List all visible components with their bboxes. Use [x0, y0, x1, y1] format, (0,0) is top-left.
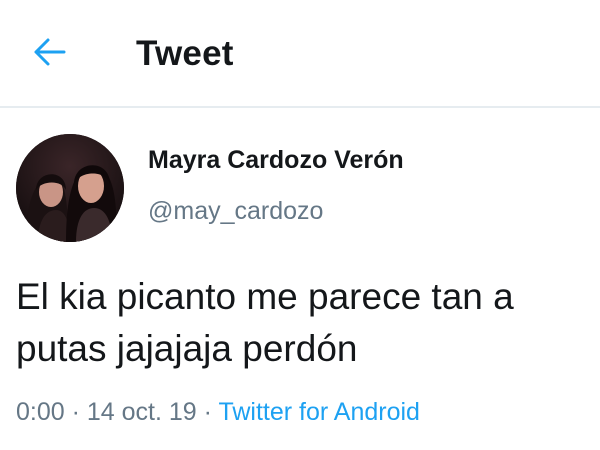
back-button[interactable]	[26, 32, 74, 76]
meta-separator: ·	[196, 398, 219, 426]
tweet-source-link[interactable]: Twitter for Android	[218, 398, 419, 426]
top-bar: Tweet	[0, 0, 600, 108]
back-arrow-icon	[33, 37, 67, 72]
tweet-text-line: El kia picanto me parece tan a	[16, 276, 514, 317]
author-handle: @may_cardozo	[148, 197, 324, 225]
tweet-detail-screen: Tweet Mayra Cardozo Verón @may_cardozo E…	[0, 0, 600, 450]
author-display-name[interactable]: Mayra Cardozo Verón	[148, 143, 404, 177]
tweet-text-line: putas jajajaja perdón	[16, 328, 358, 369]
tweet-text: El kia picanto me parece tan a putas jaj…	[16, 271, 600, 375]
avatar[interactable]	[16, 134, 124, 242]
tweet-meta: 0:00 · 14 oct. 19 · Twitter for Android	[16, 392, 420, 432]
page-title: Tweet	[136, 34, 234, 73]
tweet-date: 14 oct. 19	[86, 398, 197, 426]
tweet-time: 0:00	[16, 398, 65, 426]
meta-separator: ·	[64, 398, 87, 426]
